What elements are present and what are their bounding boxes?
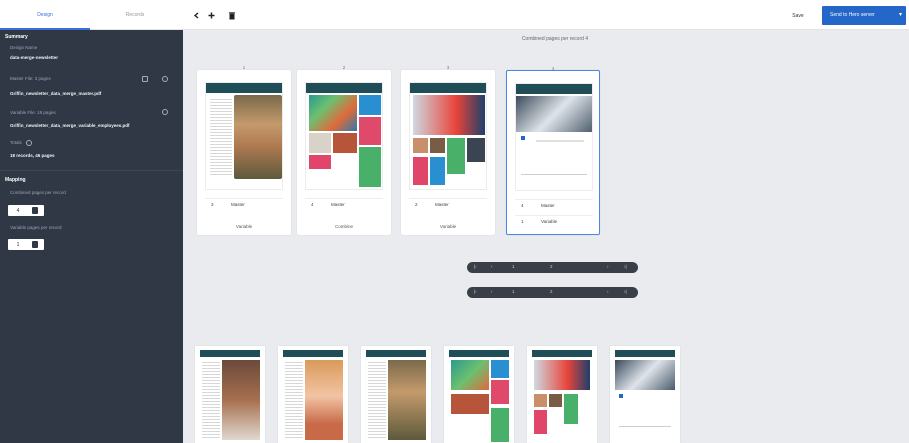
variable-page-thumbnail[interactable] (610, 346, 680, 443)
variable-page-thumbnail[interactable] (278, 346, 348, 443)
page-number: 2 (342, 65, 346, 70)
variable-page-thumbnail[interactable] (195, 346, 265, 443)
prev-page-icon[interactable]: ‹ (491, 289, 493, 294)
variable-pages-value: 1 (16, 241, 20, 248)
page-number-input[interactable]: 1 (512, 289, 515, 294)
first-page-icon[interactable]: |‹ (474, 289, 477, 294)
first-page-icon[interactable]: |‹ (474, 264, 477, 269)
plus-icon[interactable] (208, 12, 215, 19)
next-page-icon[interactable]: › (607, 289, 609, 294)
stepper-arrows-icon[interactable] (32, 241, 38, 248)
page-footer: Combine (334, 224, 353, 229)
page-count: 1 (521, 219, 524, 224)
variable-page-thumbnail[interactable] (527, 346, 597, 443)
page-type: Master (231, 202, 245, 207)
trash-icon[interactable] (228, 11, 235, 19)
page-number: 4 (551, 66, 555, 71)
pager-bar: |‹ ‹ 1 2 › ›| (467, 287, 638, 298)
summary-heading: Summary (5, 34, 28, 40)
send-button-label: Send to Hero server (830, 12, 875, 18)
page-total: 2 (550, 264, 553, 269)
totals-value: 18 records, 46 pages (10, 153, 55, 158)
page-type: Master (435, 202, 449, 207)
page-row: 2 Master (409, 198, 487, 210)
chevron-down-icon[interactable]: ▾ (899, 6, 902, 25)
info-icon[interactable] (162, 109, 168, 115)
prev-page-icon[interactable]: ‹ (491, 264, 493, 269)
page-count: 4 (311, 202, 314, 207)
last-page-icon[interactable]: ›| (624, 264, 627, 269)
next-page-icon[interactable]: › (607, 264, 609, 269)
page-count: 3 (211, 202, 214, 207)
arrow-left-icon[interactable] (193, 12, 200, 19)
page-card[interactable]: 3 2 Master Variable (401, 65, 495, 235)
tab-design[interactable]: Design (0, 0, 90, 30)
page-total: 2 (550, 289, 553, 294)
combined-pages-label: Combined pages per record (10, 190, 66, 195)
variable-pages-stepper[interactable]: 1 (8, 239, 44, 250)
page-footer: Variable (235, 224, 253, 229)
variable-page-thumbnail[interactable] (361, 346, 431, 443)
page-thumbnail (515, 83, 593, 191)
tab-records[interactable]: Records (90, 0, 180, 30)
page-type: Master (541, 203, 555, 208)
page-thumbnail (205, 82, 283, 190)
sidebar: Summary Design Name data-merge-newslette… (0, 30, 183, 443)
design-name-value: data-merge-newsletter (10, 55, 59, 60)
totals-label: Totals (10, 140, 22, 145)
divider (0, 170, 183, 171)
variable-page-thumbnail[interactable] (444, 346, 514, 443)
variable-file-value: Griffin_newsletter_data_merge_variable_e… (10, 123, 130, 128)
page-number: 1 (242, 65, 246, 70)
page-row: 3 Master (205, 198, 283, 210)
page-thumbnail (409, 82, 487, 190)
stepper-arrows-icon[interactable] (32, 207, 38, 214)
design-name-label: Design Name (10, 45, 38, 50)
pager-bar: |‹ ‹ 1 2 › ›| (467, 262, 638, 273)
mapping-heading: Mapping (5, 177, 26, 183)
master-file-label: Master File: 3 pages (10, 76, 51, 81)
page-title: Combined pages per record 4 (521, 36, 589, 42)
page-number-input[interactable]: 1 (512, 264, 515, 269)
combined-pages-value: 4 (16, 207, 20, 214)
info-icon[interactable] (162, 76, 168, 82)
master-file-value: Griffin_newsletter_data_merge_master.pdf (10, 91, 102, 96)
page-thumbnail (305, 82, 383, 190)
combined-pages-stepper[interactable]: 4 (8, 205, 44, 216)
page-card[interactable]: 2 4 Master Combine (297, 65, 391, 235)
page-count: 4 (521, 203, 524, 208)
page-number: 3 (446, 65, 450, 70)
info-icon[interactable] (26, 140, 32, 146)
top-bar: Design Records Save Send to Hero server … (0, 0, 909, 30)
page-type: Variable (541, 219, 558, 224)
page-type: Master (331, 202, 345, 207)
last-page-icon[interactable]: ›| (624, 289, 627, 294)
page-footer: Variable (439, 224, 457, 229)
page-row: 4 Master (515, 199, 593, 211)
page-row: 4 Master (305, 198, 383, 210)
page-card[interactable]: 1 3 Master Variable (197, 65, 291, 235)
send-to-server-button[interactable]: Send to Hero server ▾ (822, 6, 906, 25)
page-count: 2 (415, 202, 418, 207)
save-button[interactable]: Save (787, 10, 809, 22)
replace-file-icon[interactable] (142, 76, 148, 82)
variable-file-label: Variable File: 18 pages (10, 110, 56, 115)
page-card[interactable]: 4 4 Master 1 Variable (506, 66, 600, 235)
page-row: 1 Variable (515, 215, 593, 227)
variable-pages-label: Variable pages per record (10, 225, 62, 230)
